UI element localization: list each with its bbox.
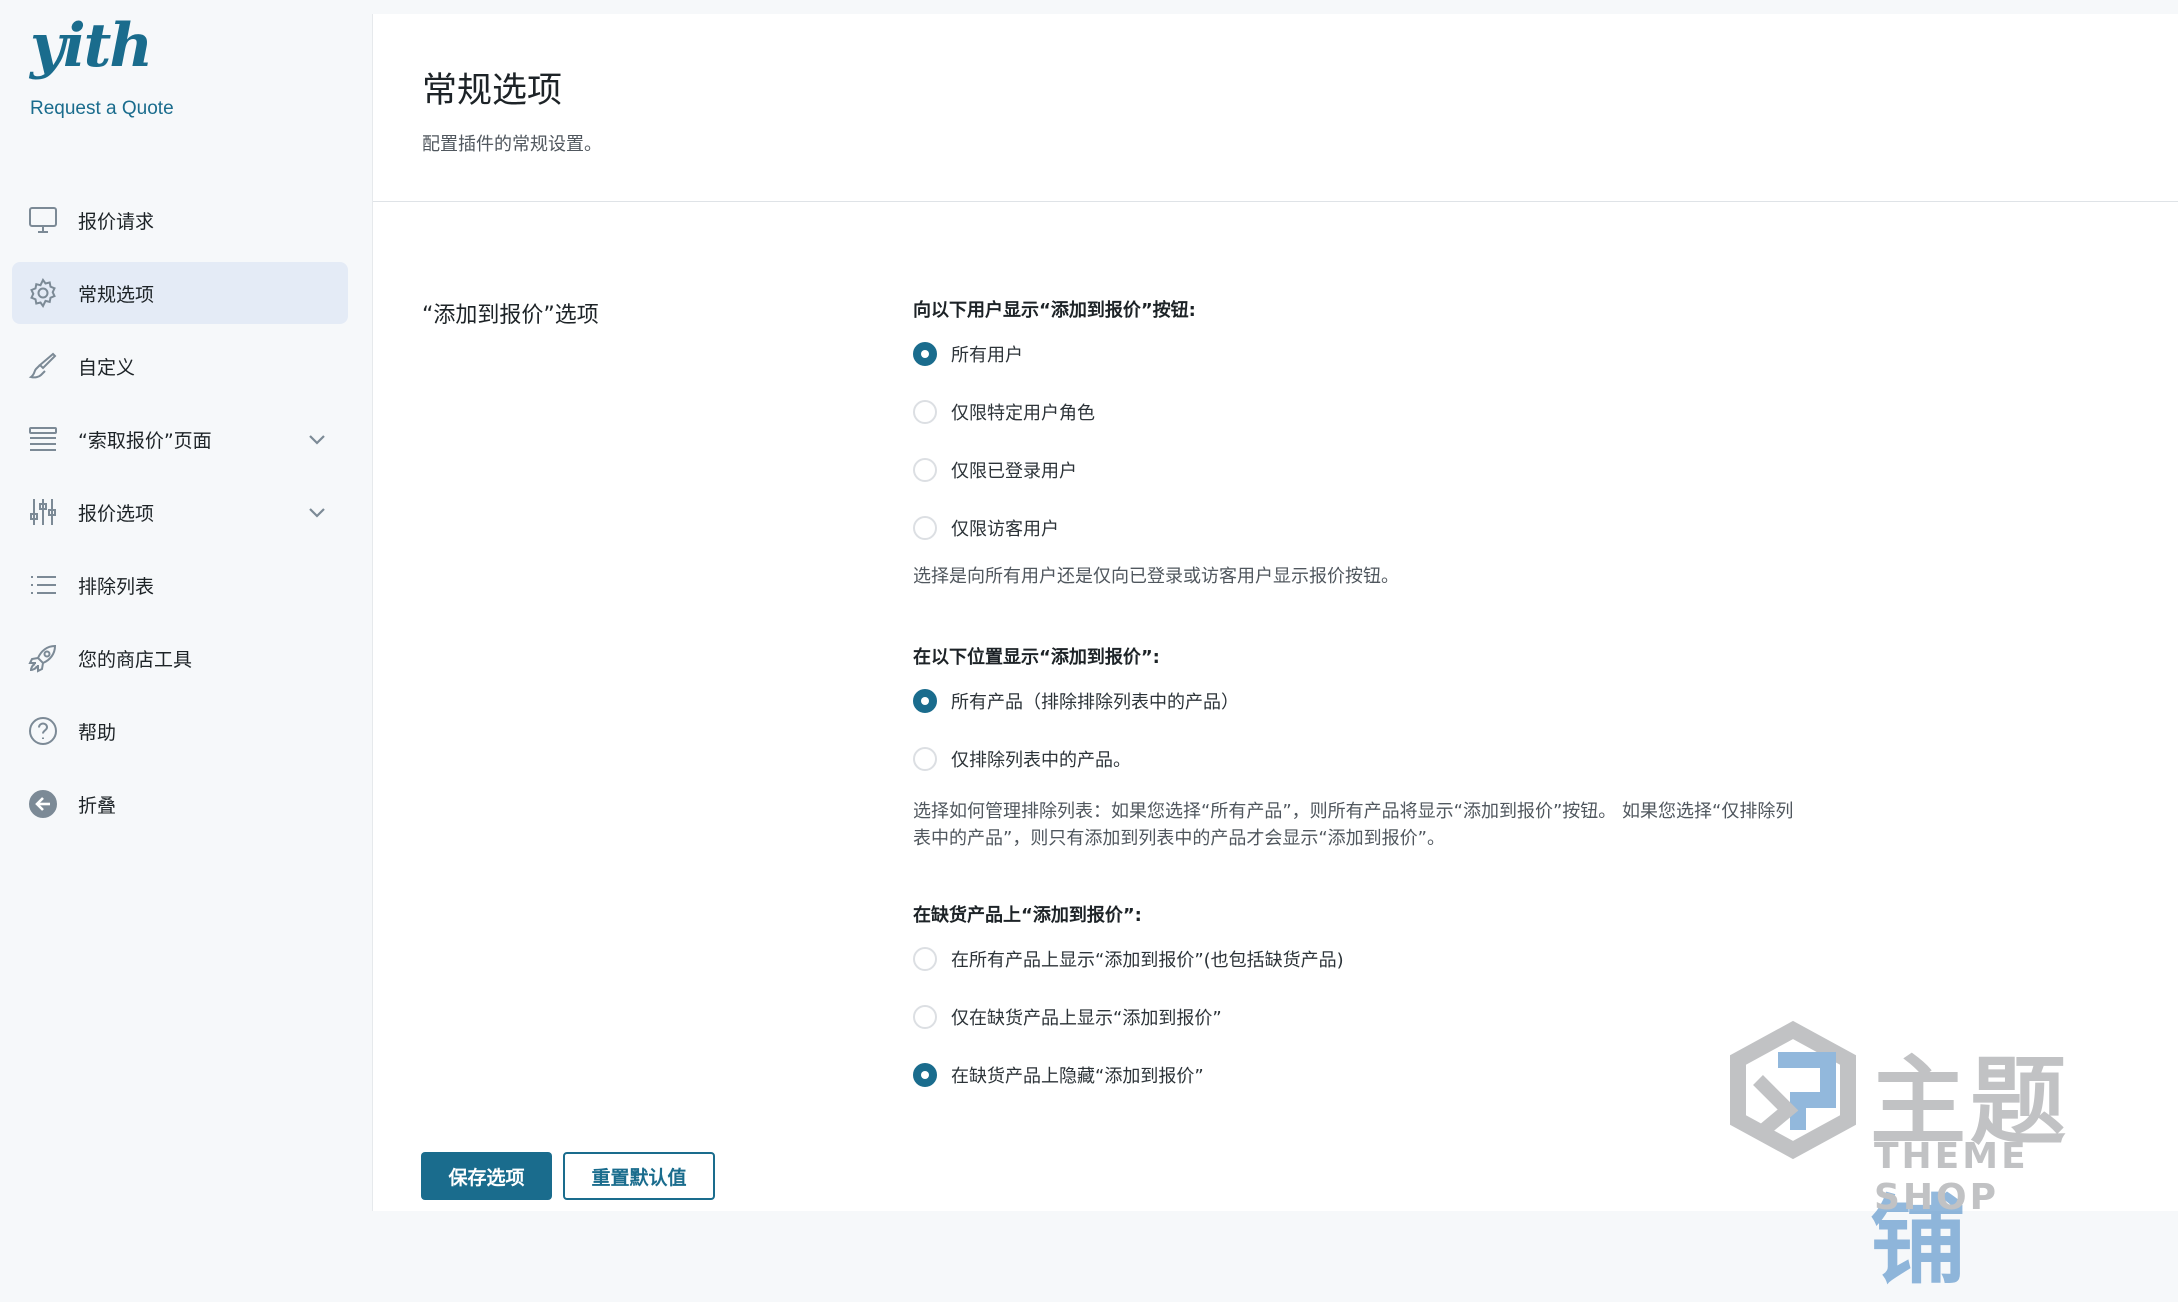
radio-button[interactable] [913, 458, 937, 482]
section-label: “添加到报价”选项 [422, 303, 599, 328]
sidebar-item-label: 报价请求 [78, 210, 155, 233]
sidebar-item-customize[interactable]: 自定义 [12, 335, 348, 397]
radio-option[interactable]: 所有产品（排除排除列表中的产品） [913, 672, 1803, 730]
sidebar-item-request-quote-page[interactable]: “索取报价”页面 [12, 408, 348, 470]
save-options-button[interactable]: 保存选项 [421, 1152, 552, 1200]
monitor-icon [26, 203, 60, 237]
sidebar-item-label: 常规选项 [78, 283, 155, 306]
plugin-logo: yith Request a Quote [30, 14, 174, 120]
yith-logo: yith [30, 11, 153, 81]
sidebar-item-quote-options[interactable]: 报价选项 [12, 481, 348, 543]
radio-option[interactable]: 仅限已登录用户 [913, 441, 1399, 499]
radio-option[interactable]: 仅限特定用户角色 [913, 383, 1399, 441]
help-text: 选择是向所有用户还是仅向已登录或访客用户显示报价按钮。 [913, 566, 1399, 587]
radio-label: 仅限已登录用户 [951, 461, 1077, 482]
plugin-name: Request a Quote [30, 98, 174, 119]
theme-shop-logo-icon [1730, 1020, 1856, 1160]
brush-icon [26, 349, 60, 383]
help-text: 选择如何管理排除列表：如果您选择“所有产品”，则所有产品将显示“添加到报价”按钮… [913, 801, 1794, 849]
sidebar-item-quote-requests[interactable]: 报价请求 [12, 189, 348, 251]
page-description: 配置插件的常规设置。 [422, 134, 602, 155]
radio-label: 仅限访客用户 [951, 519, 1059, 540]
radio-button[interactable] [913, 689, 937, 713]
gear-icon [26, 276, 60, 310]
radio-button[interactable] [913, 747, 937, 771]
option-heading: 在缺货产品上“添加到报价”: [913, 905, 1142, 926]
reset-defaults-button[interactable]: 重置默认值 [563, 1152, 715, 1200]
collapse-arrow-icon [26, 787, 60, 821]
show-on-products-group: 在以下位置显示“添加到报价”: 所有产品（排除排除列表中的产品） 仅排除列表中的… [913, 644, 1803, 852]
header-divider [373, 201, 2178, 202]
radio-button[interactable] [913, 342, 937, 366]
radio-label: 仅排除列表中的产品。 [951, 750, 1131, 771]
radio-option[interactable]: 仅排除列表中的产品。 [913, 730, 1803, 788]
sidebar-item-label: “索取报价”页面 [78, 429, 212, 452]
radio-label: 仅限特定用户角色 [951, 403, 1095, 424]
sidebar-item-label: 帮助 [78, 721, 117, 744]
radio-option[interactable]: 在缺货产品上隐藏“添加到报价” [913, 1046, 1344, 1104]
radio-button[interactable] [913, 1005, 937, 1029]
radio-label: 所有用户 [951, 345, 1023, 366]
sidebar-item-label: 自定义 [78, 356, 136, 379]
sidebar-item-label: 折叠 [78, 794, 117, 817]
list-layout-icon [26, 422, 60, 456]
radio-button[interactable] [913, 400, 937, 424]
sidebar-item-store-tools[interactable]: 您的商店工具 [12, 627, 348, 689]
radio-option[interactable]: 在所有产品上显示“添加到报价”(也包括缺货产品) [913, 930, 1344, 988]
bullet-list-icon [26, 568, 60, 602]
show-to-users-group: 向以下用户显示“添加到报价”按钮: 所有用户 仅限特定用户角色 仅限已登录用户 … [913, 297, 1399, 590]
radio-button[interactable] [913, 947, 937, 971]
out-of-stock-group: 在缺货产品上“添加到报价”: 在所有产品上显示“添加到报价”(也包括缺货产品) … [913, 902, 1344, 1104]
sidebar-item-help[interactable]: 帮助 [12, 700, 348, 762]
rocket-icon [26, 641, 60, 675]
sidebar-item-general-options[interactable]: 常规选项 [12, 262, 348, 324]
radio-option[interactable]: 仅在缺货产品上显示“添加到报价” [913, 988, 1344, 1046]
radio-label: 所有产品（排除排除列表中的产品） [951, 692, 1239, 713]
watermark: 主题铺 THEME SHOP [1718, 1020, 2158, 1297]
sidebar-nav: 报价请求 常规选项 自定义 “索取报价”页面 报价选项 排除列表 您的商店工具 … [12, 189, 348, 846]
chevron-down-icon[interactable] [306, 502, 328, 528]
option-heading: 向以下用户显示“添加到报价”按钮: [913, 300, 1196, 321]
sidebar-item-label: 您的商店工具 [78, 648, 193, 671]
watermark-subtext: THEME SHOP [1874, 1136, 2029, 1218]
radio-label: 在所有产品上显示“添加到报价”(也包括缺货产品) [951, 950, 1344, 971]
sliders-icon [26, 495, 60, 529]
option-heading: 在以下位置显示“添加到报价”: [913, 647, 1160, 668]
radio-label: 在缺货产品上隐藏“添加到报价” [951, 1066, 1204, 1087]
sidebar-item-exclusion-list[interactable]: 排除列表 [12, 554, 348, 616]
radio-option[interactable]: 所有用户 [913, 325, 1399, 383]
radio-label: 仅在缺货产品上显示“添加到报价” [951, 1008, 1222, 1029]
page-title: 常规选项 [422, 71, 563, 111]
radio-button[interactable] [913, 1063, 937, 1087]
sidebar-item-collapse[interactable]: 折叠 [12, 773, 348, 835]
radio-option[interactable]: 仅限访客用户 [913, 499, 1399, 557]
radio-button[interactable] [913, 516, 937, 540]
sidebar: yith Request a Quote 报价请求 常规选项 自定义 “索取报价… [0, 0, 370, 1211]
help-circle-icon [26, 714, 60, 748]
sidebar-item-label: 报价选项 [78, 502, 155, 525]
chevron-down-icon[interactable] [306, 429, 328, 455]
sidebar-item-label: 排除列表 [78, 575, 155, 598]
